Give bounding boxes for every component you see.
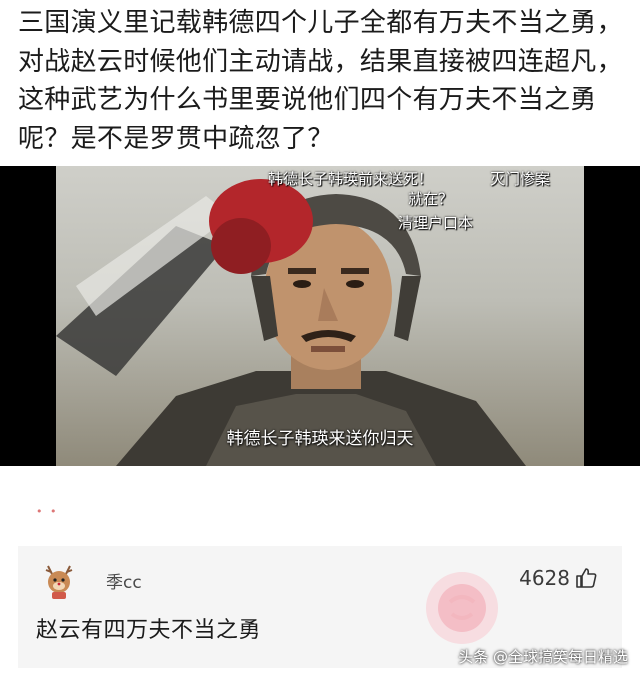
source-watermark: 头条 @全球搞笑每日精选 [458,648,628,666]
danmaku-comment: 灭门惨案 [490,170,551,188]
comment-text: 赵云有四万夫不当之勇 [36,618,262,643]
like-count: 4628 [519,566,570,590]
danmaku-comment: 韩德长子韩瑛前来送死！ [268,170,434,188]
video-frame: 韩德长子韩瑛前来送死！ 灭门惨案 就在？ 清理户口本 韩德长子韩瑛来送你归天 [56,166,584,466]
soldier-scene [56,179,526,466]
danmaku-comment: 清理户口本 [398,214,474,232]
decorative-dots: • • [36,505,59,518]
danmaku-comment: 就在？ [408,190,454,208]
video-subtitle: 韩德长子韩瑛来送你归天 [226,429,414,449]
pink-stamp-logo [426,572,498,644]
deer-avatar-icon[interactable] [40,562,78,600]
comment-username[interactable]: 季cc [106,568,142,593]
question-text: 三国演义里记载韩德四个儿子全都有万夫不当之勇，对战赵云时候他们主动请战，结果直接… [18,8,623,154]
video-player[interactable]: 韩德长子韩瑛前来送死！ 灭门惨案 就在？ 清理户口本 韩德长子韩瑛来送你归天 [0,166,640,466]
like-button[interactable]: 4628 [519,566,598,590]
thumbs-up-icon [576,568,597,588]
